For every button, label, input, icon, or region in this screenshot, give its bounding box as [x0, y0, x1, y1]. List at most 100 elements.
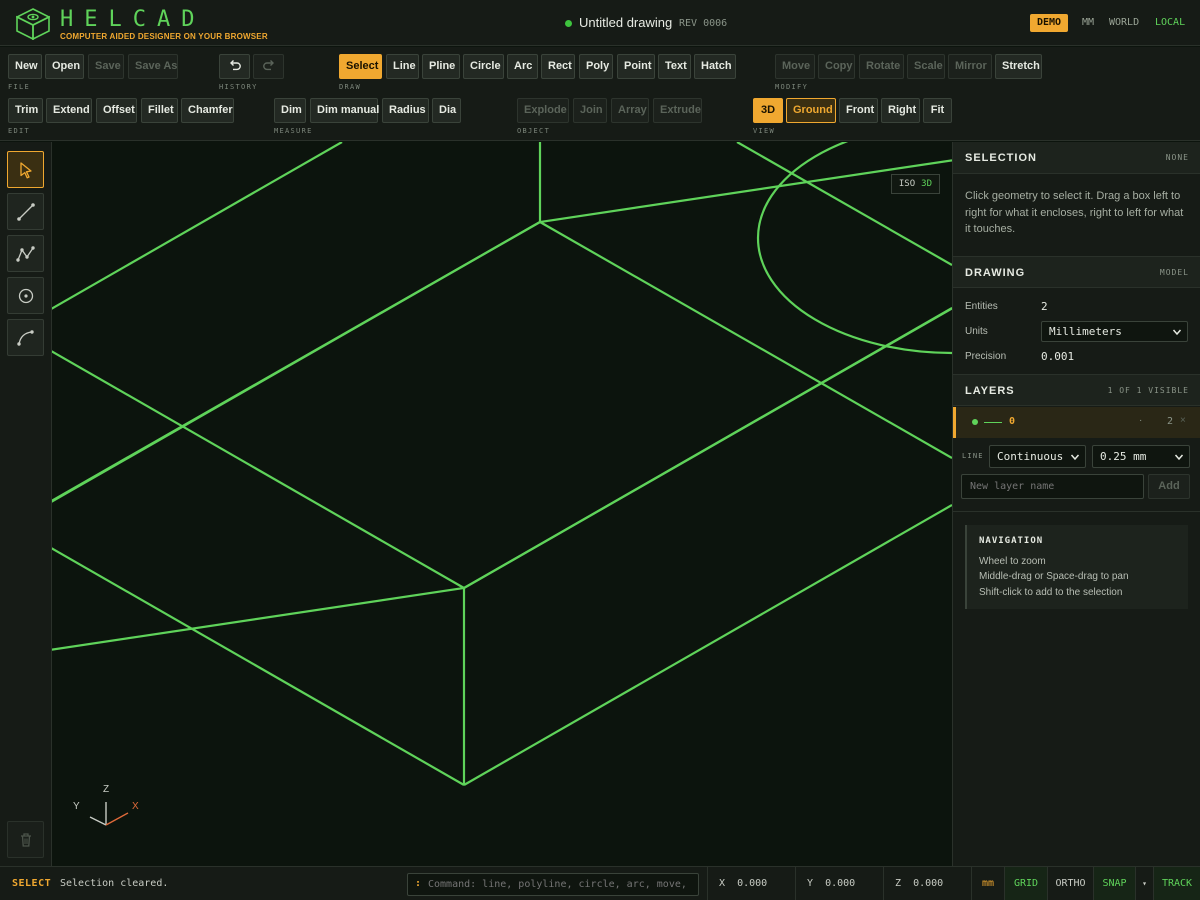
delete-rail-button[interactable]	[7, 821, 44, 858]
fit-button[interactable]: Fit	[923, 98, 952, 123]
grid-toggle[interactable]: GRID	[1004, 867, 1047, 900]
array-button[interactable]: Array	[611, 98, 649, 123]
poly-button[interactable]: Poly	[579, 54, 613, 79]
fillet-button[interactable]: Fillet	[141, 98, 178, 123]
document-title[interactable]: Untitled drawing	[579, 15, 672, 30]
dim-button[interactable]: Dim	[274, 98, 306, 123]
snap-options-dropdown[interactable]: ▾	[1135, 867, 1153, 900]
object-group-label: OBJECT	[517, 127, 551, 135]
ortho-toggle[interactable]: ORTHO	[1047, 867, 1093, 900]
snap-toggle[interactable]: SNAP	[1093, 867, 1135, 900]
view-front-button[interactable]: Front	[839, 98, 878, 123]
stretch-button[interactable]: Stretch	[995, 54, 1042, 79]
view-dim-label: 3D	[921, 179, 932, 189]
explode-button[interactable]: Explode	[517, 98, 569, 123]
join-button[interactable]: Join	[573, 98, 607, 123]
tool-rail	[0, 142, 52, 866]
arc-tool-rail-button[interactable]	[7, 319, 44, 356]
redo-button[interactable]	[253, 54, 284, 79]
rect-button[interactable]: Rect	[541, 54, 575, 79]
units-select[interactable]: Millimeters	[1041, 321, 1188, 342]
y-label: Y	[807, 878, 814, 889]
view-ground-button[interactable]: Ground	[786, 98, 836, 123]
polyline-tool-rail-button[interactable]	[7, 235, 44, 272]
view-right-button[interactable]: Right	[881, 98, 920, 123]
new-button[interactable]: New	[8, 54, 42, 79]
navigation-title: NAVIGATION	[979, 536, 1044, 546]
copy-button[interactable]: Copy	[818, 54, 855, 79]
offset-button[interactable]: Offset	[96, 98, 137, 123]
track-toggle[interactable]: TRACK	[1153, 867, 1200, 900]
mirror-button[interactable]: Mirror	[948, 54, 992, 79]
units-indicator[interactable]: mm	[971, 867, 1004, 900]
line-icon	[17, 203, 35, 221]
polyline-icon	[16, 246, 35, 262]
selection-section-header: SELECTION NONE	[953, 142, 1200, 174]
layer-entity-count: 2	[1167, 416, 1174, 427]
line-tool-rail-button[interactable]	[7, 193, 44, 230]
linetype-select[interactable]: Continuous	[989, 445, 1086, 468]
drawing-viewport[interactable]: ISO 3D Z Y X	[52, 142, 952, 866]
entities-label: Entities	[965, 301, 998, 312]
command-line[interactable]: :	[407, 873, 699, 896]
radius-button[interactable]: Radius	[382, 98, 429, 123]
file-group-label: FILE	[8, 83, 31, 91]
linetype-value: Continuous	[997, 450, 1064, 463]
box-top-face	[52, 159, 952, 651]
dia-button[interactable]: Dia	[432, 98, 461, 123]
layers-title: LAYERS	[965, 385, 1015, 397]
line-button[interactable]: Line	[386, 54, 419, 79]
view-3d-button[interactable]: 3D	[753, 98, 783, 123]
precision-label: Precision	[965, 351, 1007, 362]
select-tool-rail-button[interactable]	[7, 151, 44, 188]
point-button[interactable]: Point	[617, 54, 655, 79]
box-edge	[52, 547, 465, 786]
dim-manual-button[interactable]: Dim manual	[310, 98, 379, 123]
select-tool-button[interactable]: Select	[339, 54, 382, 79]
history-group-label: HISTORY	[219, 83, 258, 91]
layer-visibility-dot[interactable]	[972, 419, 978, 425]
precision-value[interactable]: 0.001	[1041, 350, 1074, 363]
open-button[interactable]: Open	[45, 54, 84, 79]
save-button[interactable]: Save	[88, 54, 124, 79]
frame-world-toggle[interactable]: WORLD	[1109, 17, 1139, 28]
box-edge	[736, 142, 952, 266]
demo-badge: DEMO	[1030, 14, 1069, 32]
scale-button[interactable]: Scale	[907, 54, 945, 79]
undo-icon	[229, 60, 241, 71]
app-logo-title: HELCAD	[60, 7, 206, 32]
drawing-title: DRAWING	[965, 267, 1026, 279]
circle-tool-rail-button[interactable]	[7, 277, 44, 314]
frame-local-toggle[interactable]: LOCAL	[1155, 17, 1185, 28]
circle-button[interactable]: Circle	[463, 54, 504, 79]
box-edge	[539, 221, 952, 459]
units-toggle[interactable]: MM	[1082, 17, 1094, 28]
pline-button[interactable]: Pline	[422, 54, 460, 79]
text-button[interactable]: Text	[658, 54, 691, 79]
x-value: 0.000	[737, 878, 768, 889]
trim-button[interactable]: Trim	[8, 98, 43, 123]
layer-row[interactable]: 0 · 2 ×	[953, 407, 1200, 438]
z-label: Z	[895, 878, 902, 889]
rotate-button[interactable]: Rotate	[859, 54, 904, 79]
chevron-down-icon	[1172, 329, 1182, 336]
layer-lock-dot[interactable]: ·	[1139, 415, 1142, 426]
app-header: HELCAD COMPUTER AIDED DESIGNER ON YOUR B…	[0, 0, 1200, 46]
move-button[interactable]: Move	[775, 54, 815, 79]
layer-name[interactable]: 0	[1009, 416, 1015, 427]
undo-button[interactable]	[219, 54, 250, 79]
hatch-button[interactable]: Hatch	[694, 54, 736, 79]
arc-button[interactable]: Arc	[507, 54, 538, 79]
extrude-button[interactable]: Extrude	[653, 98, 702, 123]
lineweight-select[interactable]: 0.25 mm	[1092, 445, 1190, 468]
new-layer-name-input[interactable]	[961, 474, 1144, 499]
navigation-tips-card: NAVIGATION Wheel to zoom Middle-drag or …	[965, 525, 1188, 609]
axis-y-label: Y	[73, 801, 80, 812]
layer-delete-icon[interactable]: ×	[1180, 415, 1186, 426]
save-as-button[interactable]: Save As	[128, 54, 178, 79]
chamfer-button[interactable]: Chamfer	[181, 98, 234, 123]
extend-button[interactable]: Extend	[46, 98, 92, 123]
command-input[interactable]	[428, 876, 696, 893]
drawing-canvas[interactable]	[52, 142, 952, 866]
add-layer-button[interactable]: Add	[1148, 474, 1190, 499]
